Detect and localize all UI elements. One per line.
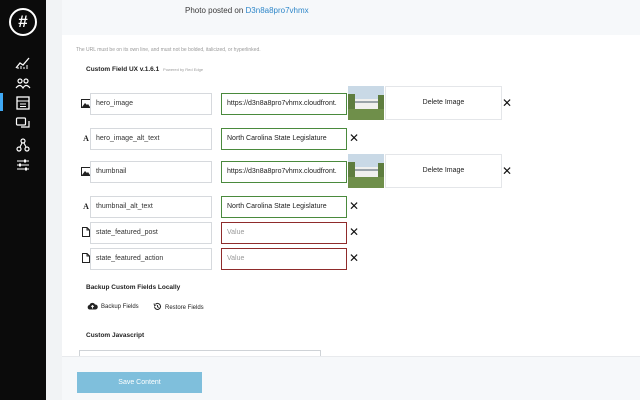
restore-fields-label: Restore Fields: [165, 304, 204, 311]
sidebar-gutter: [46, 0, 62, 400]
field-value-input[interactable]: https://d3n8a8pro7vhmx.cloudfront.: [221, 93, 347, 115]
field-name-input[interactable]: thumbnail: [90, 161, 212, 183]
restore-fields-button[interactable]: Restore Fields: [153, 302, 204, 313]
custom-field-subtitle: Powered by Red Edge: [163, 67, 204, 72]
field-value-input[interactable]: https://d3n8a8pro7vhmx.cloudfront.: [221, 161, 347, 183]
image-thumbnail: [348, 86, 384, 120]
custom-field-title: Custom Field UX v.1.6.1 Powered by Red E…: [86, 66, 203, 73]
backup-section-title: Backup Custom Fields Locally: [86, 284, 181, 291]
remove-field-icon[interactable]: ✕: [501, 97, 513, 109]
field-name-input[interactable]: state_featured_post: [90, 222, 212, 244]
field-value-input[interactable]: North Carolina State Legislature: [221, 128, 347, 150]
url-notice: The URL must be on its own line, and mus…: [76, 47, 261, 53]
people-icon[interactable]: [12, 74, 34, 92]
form-icon[interactable]: [12, 94, 34, 112]
logo[interactable]: #: [9, 8, 37, 36]
field-name-input[interactable]: state_featured_action: [90, 248, 212, 270]
backup-fields-label: Backup Fields: [101, 304, 139, 310]
save-content-button[interactable]: Save Content: [77, 372, 202, 393]
app-root: # Photo posted on D3n8a8pro7vhmx The URL…: [0, 0, 640, 400]
remove-field-icon[interactable]: ✕: [348, 200, 360, 212]
remove-field-icon[interactable]: ✕: [348, 132, 360, 144]
chat-icon[interactable]: [12, 115, 34, 133]
footer-bar: Save Content: [62, 356, 640, 400]
cloud-upload-icon: [87, 302, 98, 312]
history-icon: [153, 302, 162, 313]
network-icon[interactable]: [12, 136, 34, 154]
image-thumbnail: [348, 154, 384, 188]
field-value-input[interactable]: North Carolina State Legislature: [221, 196, 347, 218]
active-indicator: [0, 93, 3, 111]
chart-icon[interactable]: [12, 54, 34, 72]
photo-posted-prefix: Photo posted on: [185, 6, 244, 15]
backup-fields-button[interactable]: Backup Fields: [87, 302, 139, 312]
sliders-icon[interactable]: [12, 156, 34, 174]
photo-posted-text: Photo posted on D3n8a8pro7vhmx: [185, 6, 309, 15]
delete-image-button[interactable]: Delete Image: [385, 86, 502, 120]
preview-card: Photo posted on D3n8a8pro7vhmx: [62, 0, 640, 35]
delete-image-button[interactable]: Delete Image: [385, 154, 502, 188]
remove-field-icon[interactable]: ✕: [348, 252, 360, 264]
field-value-input[interactable]: Value: [221, 248, 347, 270]
photo-posted-link[interactable]: D3n8a8pro7vhmx: [246, 6, 309, 15]
custom-field-title-text: Custom Field UX v.1.6.1: [86, 66, 160, 73]
sidebar: #: [0, 0, 46, 400]
custom-javascript-title: Custom Javascript: [86, 332, 145, 339]
field-value-input[interactable]: Value: [221, 222, 347, 244]
field-name-input[interactable]: hero_image_alt_text: [90, 128, 212, 150]
field-name-input[interactable]: thumbnail_alt_text: [90, 196, 212, 218]
main-panel: Photo posted on D3n8a8pro7vhmx The URL m…: [62, 0, 640, 400]
remove-field-icon[interactable]: ✕: [501, 165, 513, 177]
field-name-input[interactable]: hero_image: [90, 93, 212, 115]
remove-field-icon[interactable]: ✕: [348, 226, 360, 238]
